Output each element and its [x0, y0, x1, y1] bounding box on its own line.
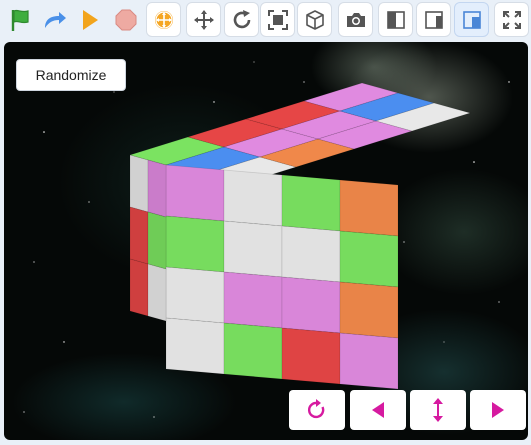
- stop-icon[interactable]: [110, 2, 142, 37]
- fullscreen-icon[interactable]: [494, 2, 529, 37]
- rotate-vertical-button[interactable]: [410, 390, 466, 430]
- cube-sticker-front[interactable]: [339, 281, 399, 339]
- cube-sticker-front[interactable]: [165, 317, 225, 375]
- rotate-right-button[interactable]: [470, 390, 526, 430]
- cube-sticker-front[interactable]: [281, 225, 341, 283]
- left-arrow-icon: [372, 402, 384, 418]
- turbo-arrow-icon[interactable]: [40, 2, 70, 37]
- rotate-icon[interactable]: [224, 2, 259, 37]
- undo-button[interactable]: [289, 390, 345, 430]
- cube-sticker-left[interactable]: [147, 159, 167, 218]
- vertical-arrow-icon: [433, 398, 443, 422]
- right-arrow-icon: [492, 402, 504, 418]
- orbit-icon[interactable]: [146, 2, 181, 37]
- cube-sticker-front[interactable]: [165, 266, 225, 324]
- rubiks-cube[interactable]: [4, 42, 528, 440]
- cube-sticker-front[interactable]: [165, 164, 225, 222]
- toolbar: [0, 0, 531, 40]
- cube-sticker-left[interactable]: [147, 263, 167, 322]
- undo-icon: [308, 399, 325, 419]
- cube-sticker-front[interactable]: [339, 332, 399, 390]
- pan-icon[interactable]: [186, 2, 221, 37]
- cube-sticker-front[interactable]: [223, 220, 283, 278]
- cube-sticker-left[interactable]: [129, 258, 149, 317]
- cube-sticker-left[interactable]: [129, 154, 149, 213]
- layout-corner-icon[interactable]: [454, 2, 489, 37]
- cube-view-icon[interactable]: [297, 2, 332, 37]
- cube-sticker-front[interactable]: [281, 327, 341, 385]
- cube-sticker-front[interactable]: [223, 271, 283, 329]
- cube-sticker-front[interactable]: [281, 174, 341, 232]
- cube-sticker-front[interactable]: [223, 169, 283, 227]
- fit-view-icon[interactable]: [260, 2, 295, 37]
- cube-sticker-front[interactable]: [281, 276, 341, 334]
- green-flag-icon[interactable]: [6, 2, 34, 37]
- cube-sticker-front[interactable]: [339, 179, 399, 237]
- rotate-left-button[interactable]: [350, 390, 406, 430]
- cube-sticker-front[interactable]: [339, 230, 399, 288]
- cube-sticker-left[interactable]: [147, 211, 167, 270]
- camera-icon[interactable]: [338, 2, 373, 37]
- cube-sticker-front[interactable]: [165, 215, 225, 273]
- cube-sticker-front[interactable]: [223, 322, 283, 380]
- play-icon[interactable]: [76, 2, 104, 37]
- stage[interactable]: Randomize: [4, 42, 528, 440]
- cube-sticker-left[interactable]: [129, 206, 149, 265]
- layout-left-icon[interactable]: [378, 2, 413, 37]
- layout-right-icon[interactable]: [416, 2, 451, 37]
